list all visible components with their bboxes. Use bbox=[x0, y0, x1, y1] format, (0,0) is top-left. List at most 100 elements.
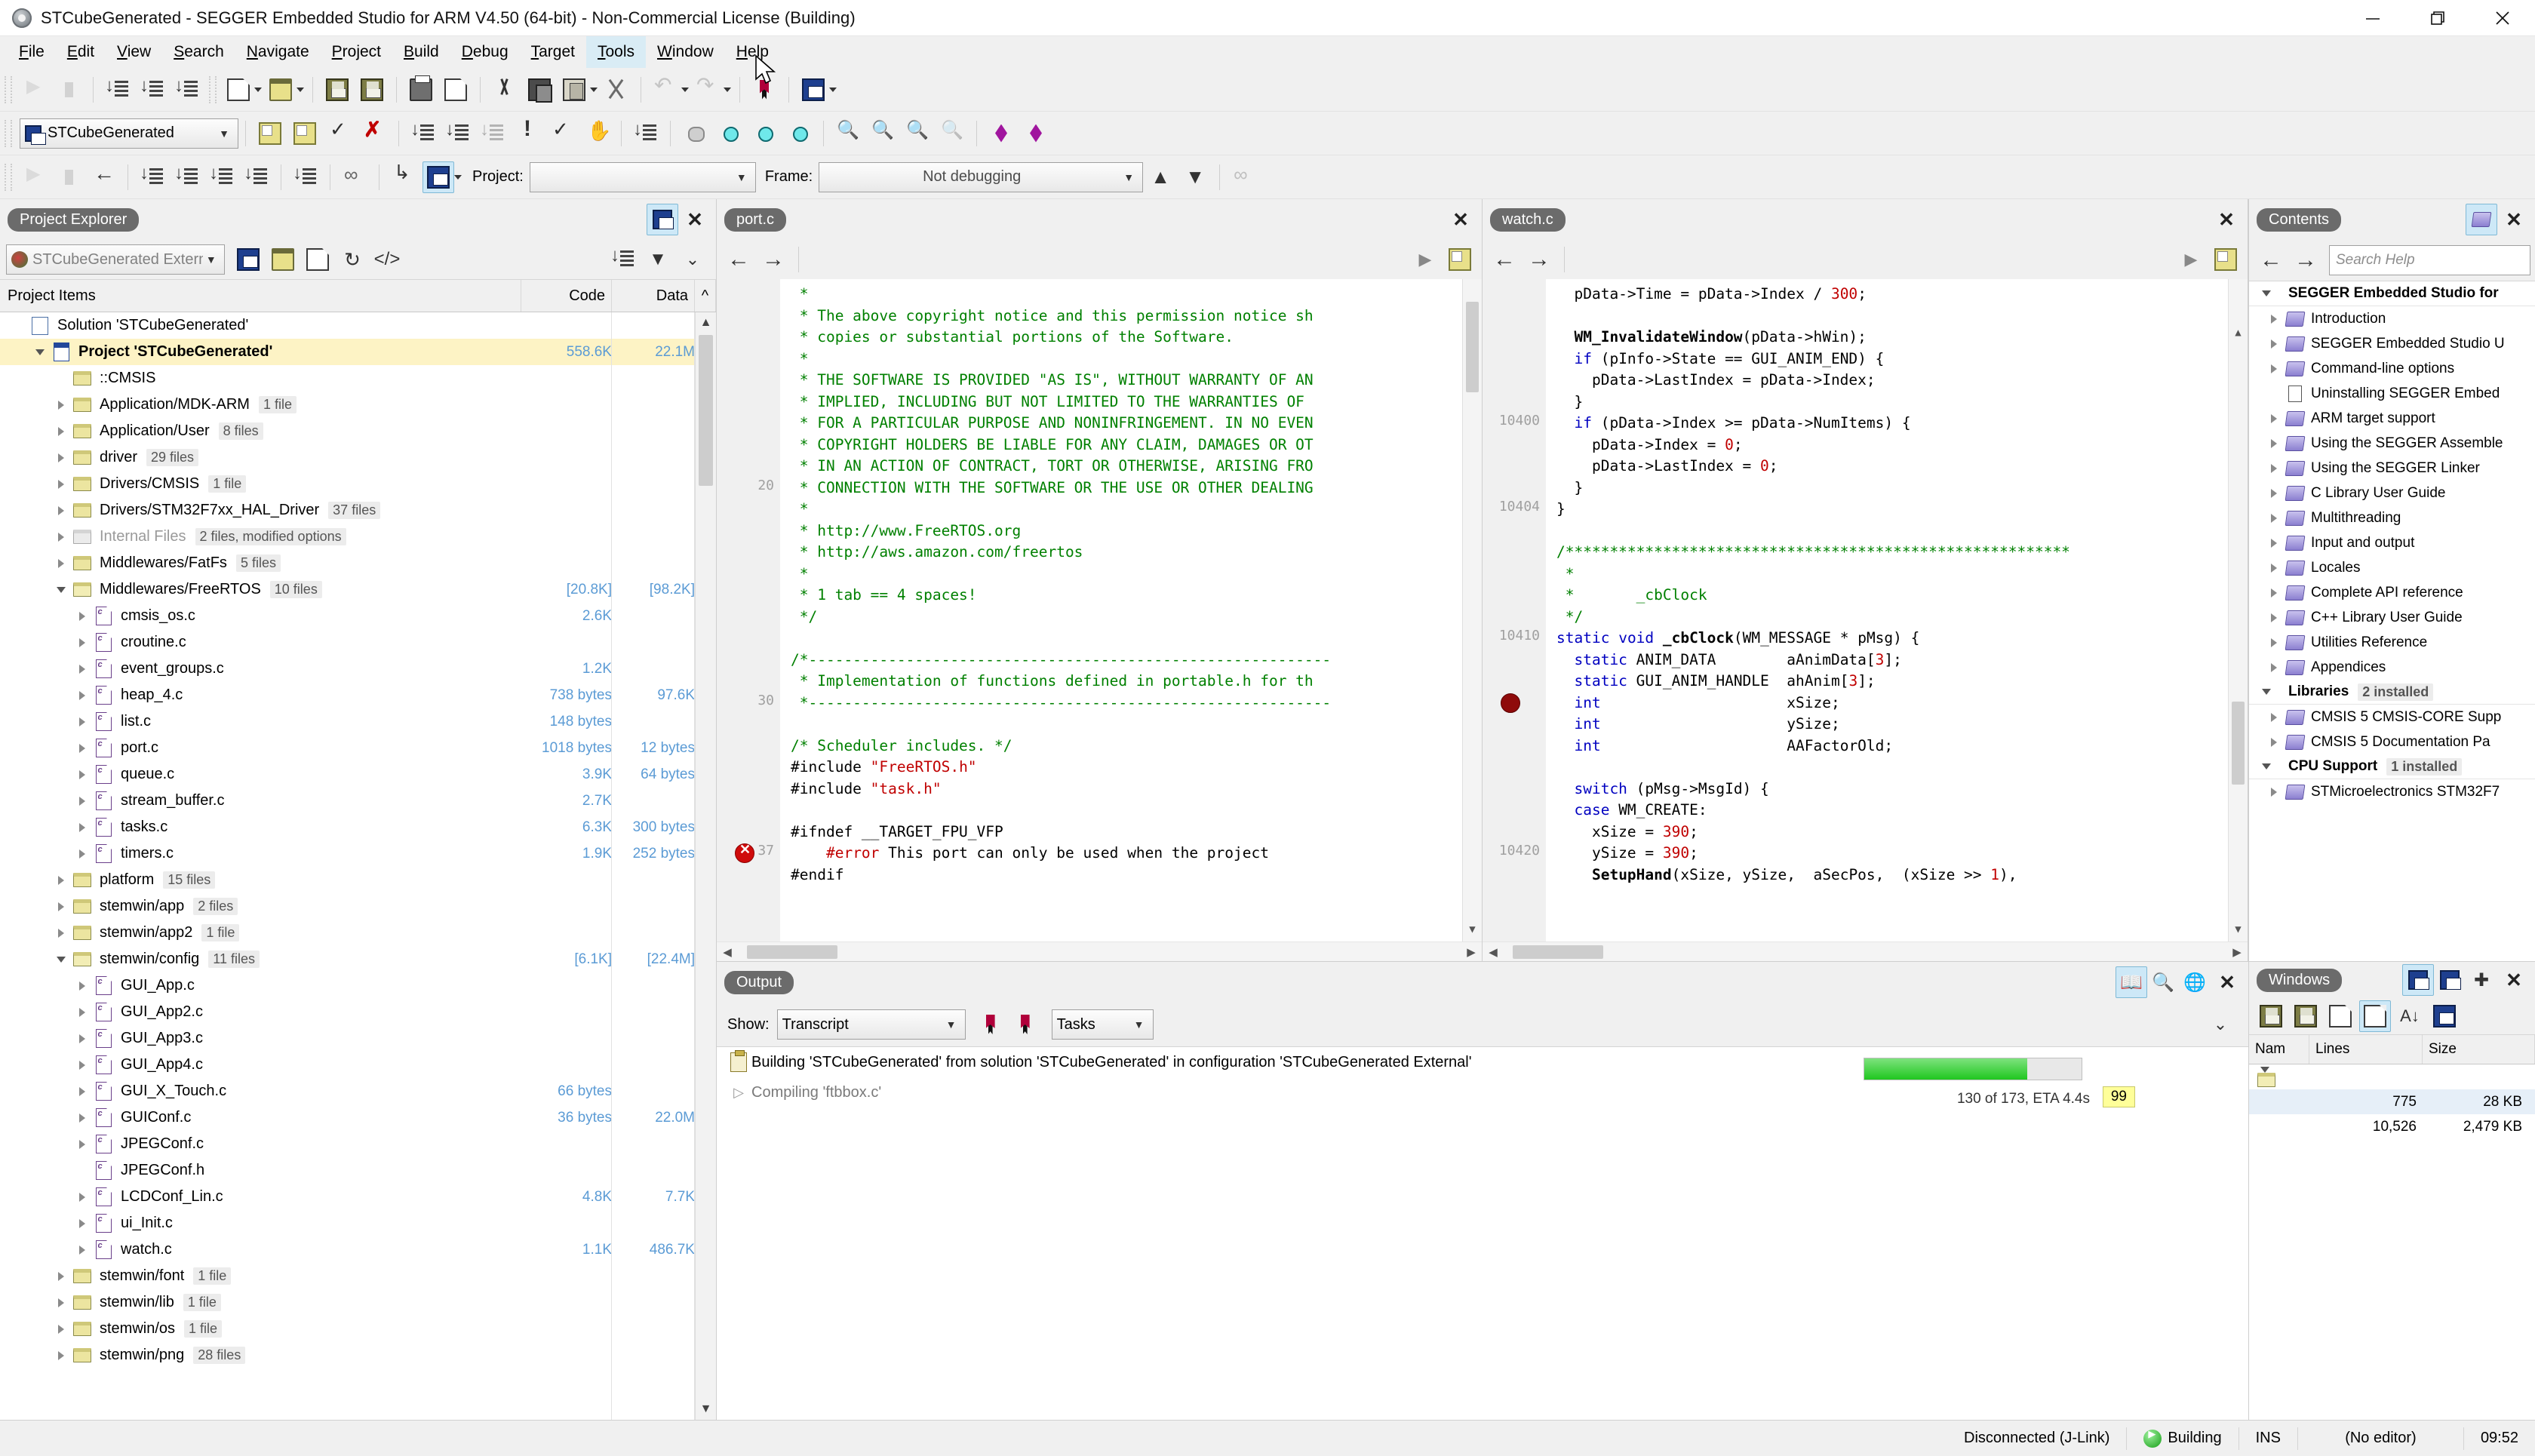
properties-icon[interactable] bbox=[302, 244, 333, 275]
table-row[interactable]: JPEGConf.h bbox=[0, 1157, 716, 1184]
expand-arrow-icon[interactable] bbox=[2264, 638, 2284, 647]
table-row[interactable]: GUI_App2.c bbox=[0, 999, 716, 1025]
table-row[interactable]: stemwin/os1 file bbox=[0, 1316, 716, 1342]
list-item[interactable]: C++ Library User Guide bbox=[2249, 605, 2535, 630]
expand-arrow-icon[interactable] bbox=[72, 1114, 92, 1123]
frame-down-icon[interactable]: ▼ bbox=[1179, 161, 1211, 193]
expand-arrow-icon[interactable] bbox=[2264, 613, 2284, 622]
open-file-dropdown[interactable] bbox=[295, 74, 306, 106]
expand-arrow-icon[interactable] bbox=[2264, 364, 2284, 373]
list-item[interactable]: CMSIS 5 CMSIS-CORE Supp bbox=[2249, 705, 2535, 730]
breakpoint-toggle-icon[interactable] bbox=[679, 118, 711, 149]
redo-icon[interactable] bbox=[692, 74, 724, 106]
list-item[interactable]: STMicroelectronics STM32F7 bbox=[2249, 779, 2535, 804]
table-row[interactable]: Solution 'STCubeGenerated' bbox=[0, 312, 716, 339]
close-button[interactable] bbox=[2470, 0, 2535, 36]
menu-build[interactable]: Build bbox=[392, 36, 450, 68]
expand-arrow-icon[interactable] bbox=[72, 1193, 92, 1202]
table-row[interactable]: GUI_App.c bbox=[0, 972, 716, 999]
expand-arrow-icon[interactable] bbox=[72, 1246, 92, 1255]
step-icon[interactable] bbox=[18, 74, 50, 106]
table-row[interactable]: stemwin/lib1 file bbox=[0, 1289, 716, 1316]
editor-watch-c-close-icon[interactable]: ✕ bbox=[2210, 204, 2243, 235]
menu-window[interactable]: Window bbox=[646, 36, 725, 68]
editor-port-c-code[interactable]: ▲ ▼ * * The above copyright notice and t… bbox=[780, 279, 1482, 941]
menu-target[interactable]: Target bbox=[520, 36, 586, 68]
project-options-icon[interactable] bbox=[630, 118, 662, 149]
output-next-task-icon[interactable] bbox=[1009, 1009, 1041, 1040]
step-out-icon[interactable] bbox=[206, 161, 238, 193]
table-row[interactable]: 77528 KB bbox=[2249, 1089, 2535, 1114]
windows-list-icon[interactable] bbox=[2429, 1000, 2460, 1032]
watch-hscroll-left-icon[interactable]: ◀ bbox=[1486, 945, 1501, 959]
table-row[interactable]: GUIConf.c36 bytes22.0M bbox=[0, 1104, 716, 1131]
print-preview-icon[interactable] bbox=[440, 74, 472, 106]
save-all-icon[interactable] bbox=[356, 74, 388, 106]
output-show-combo[interactable]: Transcript ▼ bbox=[777, 1009, 966, 1040]
column-code[interactable]: Code bbox=[521, 280, 612, 312]
menu-debug[interactable]: Debug bbox=[450, 36, 520, 68]
table-row[interactable]: queue.c3.9K64 bytes bbox=[0, 761, 716, 788]
find-icon[interactable] bbox=[832, 118, 864, 149]
project-tree-scrollbar[interactable]: ▲ ▼ bbox=[695, 312, 716, 1420]
editor-back-icon[interactable]: ← bbox=[721, 244, 756, 275]
table-row[interactable]: cmsis_os.c2.6K bbox=[0, 603, 716, 629]
list-item[interactable]: Using the SEGGER Linker bbox=[2249, 456, 2535, 481]
table-row[interactable]: ui_Init.c bbox=[0, 1210, 716, 1236]
menu-tools[interactable]: Tools bbox=[586, 36, 646, 68]
table-row[interactable]: GUI_X_Touch.c66 bytes bbox=[0, 1078, 716, 1104]
table-row[interactable]: Drivers/STM32F7xx_HAL_Driver37 files bbox=[0, 497, 716, 524]
output-body[interactable]: Building 'STCubeGenerated' from solution… bbox=[717, 1046, 2248, 1420]
list-item[interactable]: Input and output bbox=[2249, 530, 2535, 555]
window-layout-icon[interactable] bbox=[797, 74, 829, 106]
expand-arrow-icon[interactable] bbox=[2264, 588, 2284, 597]
debug-stop-icon[interactable] bbox=[53, 161, 84, 193]
build-toolbar-grip[interactable] bbox=[5, 120, 12, 147]
find-next-icon[interactable] bbox=[902, 118, 933, 149]
list-item[interactable]: SEGGER Embedded Studio U bbox=[2249, 331, 2535, 356]
windows-sort-icon[interactable]: A↓ bbox=[2394, 1000, 2426, 1032]
menu-view[interactable]: View bbox=[106, 36, 162, 68]
list-item[interactable]: C Library User Guide bbox=[2249, 481, 2535, 505]
collapse-arrow-icon[interactable] bbox=[2255, 1067, 2275, 1073]
open-file-icon[interactable] bbox=[265, 74, 297, 106]
expand-arrow-icon[interactable] bbox=[51, 929, 71, 938]
editor-forward-icon[interactable]: → bbox=[756, 244, 791, 275]
editor-watch-back-icon[interactable]: ← bbox=[1487, 244, 1522, 275]
filter-icon[interactable]: ▼ bbox=[642, 244, 674, 275]
table-row[interactable]: GUI_App3.c bbox=[0, 1025, 716, 1052]
output-properties-icon[interactable]: 🌐 bbox=[2179, 966, 2211, 998]
expand-arrow-icon[interactable] bbox=[2264, 738, 2284, 747]
editor-port-c-close-icon[interactable]: ✕ bbox=[1444, 204, 1477, 235]
replace-icon[interactable] bbox=[936, 118, 968, 149]
project-explorer-dock-icon[interactable] bbox=[647, 204, 678, 235]
collapse-arrow-icon[interactable] bbox=[2257, 689, 2276, 695]
table-row[interactable]: Application/MDK-ARM1 file bbox=[0, 392, 716, 418]
table-row[interactable]: Middlewares/FreeRTOS10 files[20.8K][98.2… bbox=[0, 576, 716, 603]
expand-arrow-icon[interactable] bbox=[72, 981, 92, 991]
watch-hscroll-right-icon[interactable]: ▶ bbox=[2229, 945, 2245, 959]
redo-dropdown[interactable] bbox=[722, 74, 733, 106]
table-row[interactable] bbox=[2249, 1064, 2535, 1089]
error-marker-icon[interactable] bbox=[735, 843, 754, 863]
breakpoint-marker-icon[interactable] bbox=[1501, 693, 1520, 713]
help-search-input[interactable]: Search Help bbox=[2329, 245, 2530, 275]
editor-watch-c-gutter[interactable]: 10400104041041010420 bbox=[1492, 279, 1546, 941]
expand-arrow-icon[interactable] bbox=[72, 797, 92, 806]
target-connect-icon[interactable] bbox=[422, 161, 454, 193]
expand-arrow-icon[interactable] bbox=[72, 1008, 92, 1017]
find-prev-icon[interactable] bbox=[867, 118, 899, 149]
expand-arrow-icon[interactable] bbox=[72, 1034, 92, 1043]
list-item[interactable]: Appendices bbox=[2249, 655, 2535, 680]
stop-icon[interactable] bbox=[53, 74, 84, 106]
table-row[interactable]: heap_4.c738 bytes97.6K bbox=[0, 682, 716, 708]
windows-column-size[interactable]: Size bbox=[2423, 1035, 2535, 1064]
paste-icon[interactable] bbox=[558, 74, 590, 106]
windows-column-lines[interactable]: Lines bbox=[2309, 1035, 2423, 1064]
navigate-back-icon[interactable] bbox=[137, 74, 168, 106]
target-connect-dropdown[interactable] bbox=[453, 161, 463, 193]
expand-arrow-icon[interactable] bbox=[51, 1325, 71, 1334]
scroll-thumb[interactable] bbox=[699, 335, 713, 486]
menu-navigate[interactable]: Navigate bbox=[235, 36, 321, 68]
expand-arrow-icon[interactable] bbox=[2264, 414, 2284, 423]
